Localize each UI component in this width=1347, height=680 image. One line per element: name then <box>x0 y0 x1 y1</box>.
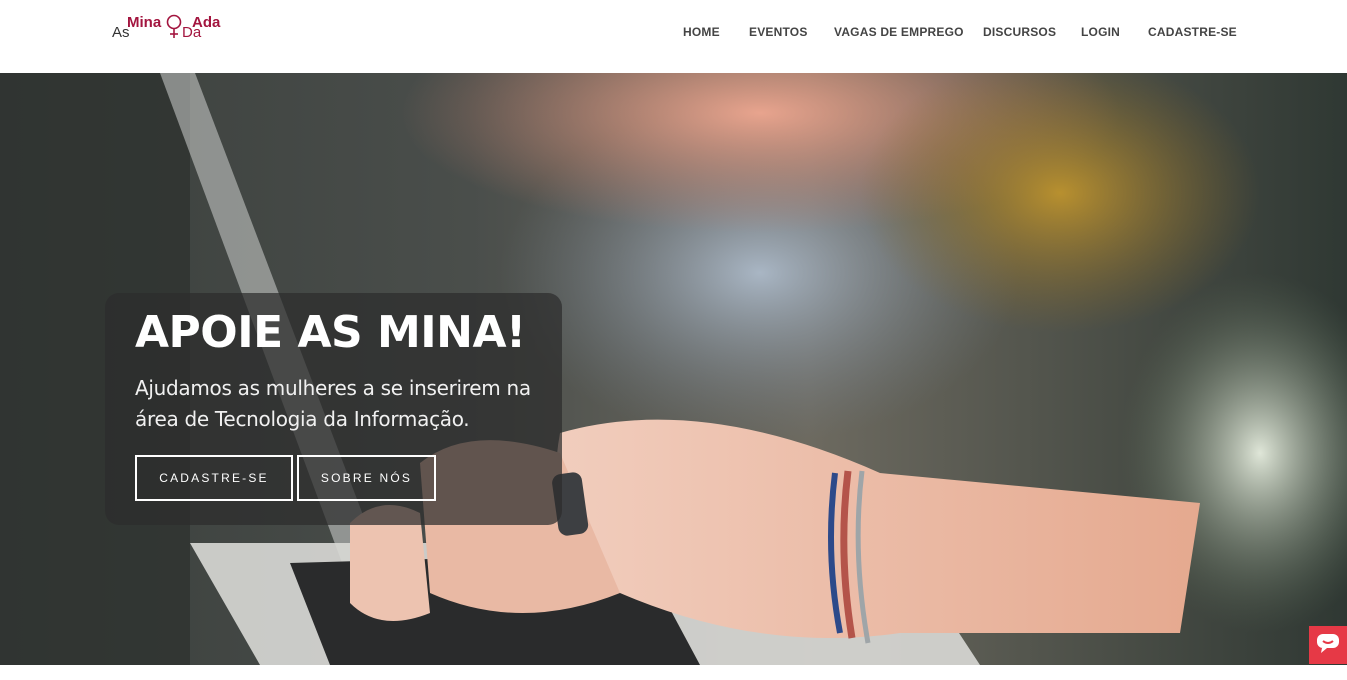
hero-title: APOIE AS MINA! <box>135 307 526 358</box>
signup-button[interactable]: CADASTRE-SE <box>135 455 293 501</box>
hero-subtitle: Ajudamos as mulheres a se inserirem na á… <box>135 376 531 431</box>
hero-card: APOIE AS MINA! Ajudamos as mulheres a se… <box>105 293 562 525</box>
about-us-button[interactable]: SOBRE NÓS <box>297 455 436 501</box>
logo-text-ada: Ada <box>192 14 221 31</box>
nav-item-vagas-de-emprego[interactable]: VAGAS DE EMPREGO <box>834 25 964 39</box>
site-logo[interactable]: As Mina Da Ada <box>112 12 242 46</box>
chat-widget-button[interactable] <box>1309 626 1347 664</box>
venus-symbol-icon <box>166 13 182 46</box>
nav-item-login[interactable]: LOGIN <box>1081 25 1120 39</box>
chat-bubble-icon <box>1314 629 1342 662</box>
nav-item-eventos[interactable]: EVENTOS <box>749 25 808 39</box>
page-bottom-strip <box>0 665 1347 680</box>
nav-item-home[interactable]: HOME <box>683 25 720 39</box>
nav-item-discursos[interactable]: DISCURSOS <box>983 25 1056 39</box>
logo-text-mina: Mina <box>127 14 162 31</box>
site-header: As Mina Da Ada HOME EVENTOS VAGAS DE EMP… <box>0 0 1347 73</box>
hero-section: APOIE AS MINA! Ajudamos as mulheres a se… <box>0 73 1347 665</box>
nav-item-cadastre-se[interactable]: CADASTRE-SE <box>1148 25 1237 39</box>
